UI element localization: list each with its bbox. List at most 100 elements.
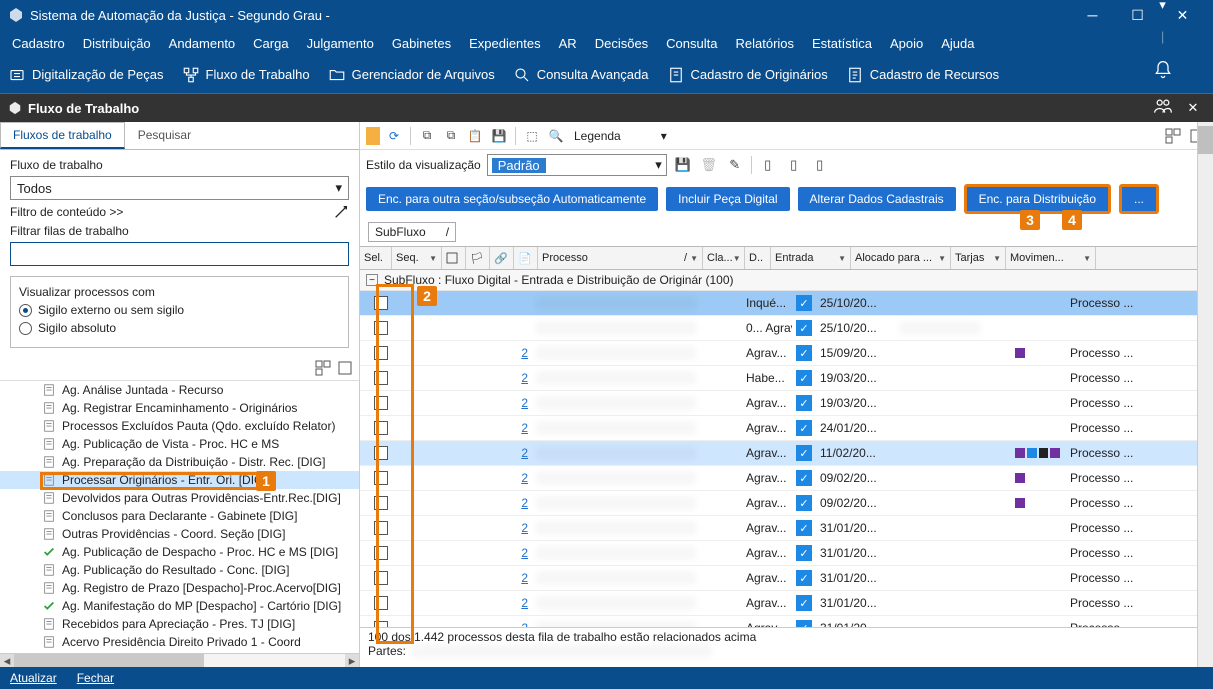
tree-item[interactable]: Ag. Publicação de Contrarrazões-Proc.Rec… [0, 651, 359, 653]
row-checkbox[interactable] [374, 571, 388, 585]
group-row[interactable]: − SubFluxo : Fluxo Digital - Entrada e D… [360, 270, 1213, 291]
vertical-scrollbar[interactable] [1197, 122, 1213, 667]
users-icon[interactable] [1152, 96, 1174, 116]
table-row[interactable]: 2Agrav...✓09/02/20...Processo ... [360, 466, 1213, 491]
col-d[interactable]: D.. [749, 252, 763, 264]
toolbar-dropdown-icon[interactable]: ▾ [1159, 0, 1166, 13]
search-icon[interactable]: 🔍 [546, 126, 566, 146]
col-movimento[interactable]: Movimen... [1010, 252, 1064, 264]
row-checkbox[interactable] [374, 496, 388, 510]
tree-expand-icon[interactable] [315, 360, 331, 376]
tab-pesquisar[interactable]: Pesquisar [125, 122, 204, 149]
menu-gabinetes[interactable]: Gabinetes [384, 33, 459, 54]
toolbar-cadastro-orig[interactable]: Cadastro de Originários [667, 66, 828, 84]
tree-item[interactable]: Outras Providências - Coord. Seção [DIG] [0, 525, 359, 543]
table-row[interactable]: 2Agrav...✓11/02/20...Processo ... [360, 441, 1213, 466]
new-icon[interactable] [366, 127, 380, 145]
col-classe[interactable]: Cla... [707, 252, 733, 264]
refresh-icon[interactable]: ⟳ [384, 126, 404, 146]
doc3-icon[interactable]: ▯ [810, 155, 830, 175]
edit-icon[interactable]: ✎ [725, 155, 745, 175]
toolbar-fluxo[interactable]: Fluxo de Trabalho [182, 66, 310, 84]
minimize-button[interactable]: ─ [1070, 0, 1115, 30]
horizontal-scrollbar[interactable]: ◂▸ [0, 653, 359, 667]
tree-item[interactable]: Ag. Preparação da Distribuição - Distr. … [0, 453, 359, 471]
queue-filter-input[interactable] [15, 246, 344, 260]
delete-icon[interactable]: 🗑 [699, 155, 719, 175]
tree-item[interactable]: Ag. Publicação do Resultado - Conc. [DIG… [0, 561, 359, 579]
tab-fluxos[interactable]: Fluxos de trabalho [0, 122, 125, 149]
menu-cadastro[interactable]: Cadastro [4, 33, 73, 54]
menu-ar[interactable]: AR [551, 33, 585, 54]
row-checkbox[interactable] [374, 471, 388, 485]
tree-item[interactable]: Ag. Registrar Encaminhamento - Originári… [0, 399, 359, 417]
row-checkbox[interactable] [374, 371, 388, 385]
menu-andamento[interactable]: Andamento [161, 33, 244, 54]
legend-dropdown-icon[interactable]: ▾ [661, 129, 667, 143]
col-tarjas[interactable]: Tarjas [955, 252, 984, 264]
menu-ajuda[interactable]: Ajuda [933, 33, 982, 54]
row-checkbox[interactable] [374, 321, 388, 335]
menu-apoio[interactable]: Apoio [882, 33, 931, 54]
table-row[interactable]: 2Agrav...✓31/01/20...Processo ... [360, 516, 1213, 541]
row-checkbox[interactable] [374, 446, 388, 460]
tree-item[interactable]: Ag. Publicação de Vista - Proc. HC e MS [0, 435, 359, 453]
footer-close[interactable]: Fechar [77, 671, 114, 685]
subflow-breadcrumb[interactable]: SubFluxo / [368, 222, 456, 242]
menu-estatística[interactable]: Estatística [804, 33, 880, 54]
tree-item[interactable]: Acervo Presidência Direito Privado 1 - C… [0, 633, 359, 651]
table-row[interactable]: 2Agrav...✓15/09/20...Processo ... [360, 341, 1213, 366]
tree-item[interactable]: Recebidos para Apreciação - Pres. TJ [DI… [0, 615, 359, 633]
tree-item[interactable]: Ag. Registro de Prazo [Despacho]-Proc.Ac… [0, 579, 359, 597]
col-icon1[interactable] [442, 247, 466, 269]
doc1-icon[interactable]: ▯ [758, 155, 778, 175]
paste-icon[interactable]: 📋 [465, 126, 485, 146]
toolbar-digitalizacao[interactable]: Digitalização de Peças [8, 66, 164, 84]
group-icon[interactable]: ⬚ [522, 126, 542, 146]
table-row[interactable]: 2Habe...✓19/03/20...Processo ... [360, 366, 1213, 391]
row-checkbox[interactable] [374, 546, 388, 560]
wand-icon[interactable] [333, 204, 349, 220]
tree-collapse-icon[interactable] [337, 360, 353, 376]
toolbar-cadastro-rec[interactable]: Cadastro de Recursos [846, 66, 999, 84]
row-checkbox[interactable] [374, 596, 388, 610]
toolbar-gerenciador[interactable]: Gerenciador de Arquivos [328, 66, 495, 84]
col-entrada[interactable]: Entrada [775, 252, 814, 264]
tree-item[interactable]: Conclusos para Declarante - Gabinete [DI… [0, 507, 359, 525]
table-row[interactable]: Inqué...✓25/10/20...Processo ... [360, 291, 1213, 316]
col-icon2[interactable]: 🏳 [466, 247, 490, 269]
tree-item[interactable]: Ag. Manifestação do MP [Despacho] - Cart… [0, 597, 359, 615]
col-seq[interactable]: Seq. [396, 252, 419, 264]
tree-item[interactable]: Processar Originários - Entr. Ori. [DIG] [0, 471, 359, 489]
menu-decisões[interactable]: Decisões [587, 33, 656, 54]
row-checkbox[interactable] [374, 521, 388, 535]
table-row[interactable]: 2Agrav...✓19/03/20...Processo ... [360, 391, 1213, 416]
action-alterar[interactable]: Alterar Dados Cadastrais [798, 187, 956, 211]
col-processo[interactable]: Processo [542, 252, 588, 264]
action-incluir[interactable]: Incluir Peça Digital [666, 187, 789, 211]
col-sel[interactable]: Sel. [364, 252, 383, 264]
doc2-icon[interactable]: ▯ [784, 155, 804, 175]
radio-sigilo-absoluto[interactable]: Sigilo absoluto [19, 321, 340, 335]
menu-distribuição[interactable]: Distribuição [75, 33, 159, 54]
row-checkbox[interactable] [374, 396, 388, 410]
row-checkbox[interactable] [374, 296, 388, 310]
filter-label[interactable]: Filtro de conteúdo >> [10, 205, 123, 219]
vis-style-combo[interactable]: Padrão ▾ [487, 154, 667, 176]
toolbar-consulta[interactable]: Consulta Avançada [513, 66, 649, 84]
menu-consulta[interactable]: Consulta [658, 33, 725, 54]
menu-expedientes[interactable]: Expedientes [461, 33, 549, 54]
table-row[interactable]: 2Agrav...✓31/01/20...Processo ... [360, 541, 1213, 566]
col-icon3[interactable]: 🔗 [490, 247, 514, 269]
row-checkbox[interactable] [374, 421, 388, 435]
table-row[interactable]: 2Agrav...✓31/01/20...Processo ... [360, 566, 1213, 591]
menu-julgamento[interactable]: Julgamento [299, 33, 382, 54]
radio-sigilo-externo[interactable]: Sigilo externo ou sem sigilo [19, 303, 340, 317]
save2-icon[interactable]: 💾 [673, 155, 693, 175]
legend-label[interactable]: Legenda [574, 129, 621, 143]
action-more[interactable]: ... [1119, 184, 1159, 214]
row-checkbox[interactable] [374, 621, 388, 627]
tree-item[interactable]: Processos Excluídos Pauta (Qdo. excluído… [0, 417, 359, 435]
tree-item[interactable]: Ag. Análise Juntada - Recurso [0, 381, 359, 399]
table-row[interactable]: 2Agrav...✓24/01/20...Processo ... [360, 416, 1213, 441]
